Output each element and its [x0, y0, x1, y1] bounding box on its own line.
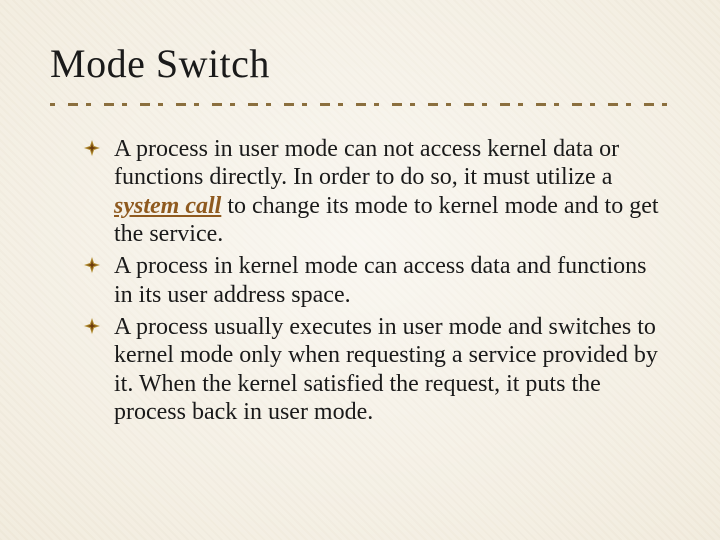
bullet-icon — [84, 140, 100, 156]
bullet-text-pre: A process usually executes in user mode … — [114, 314, 658, 425]
bullet-text-pre: A process in user mode can not access ke… — [114, 136, 619, 190]
bullet-icon — [84, 257, 100, 273]
slide-title: Mode Switch — [50, 40, 670, 87]
list-item: A process in kernel mode can access data… — [114, 252, 660, 309]
bullet-icon — [84, 318, 100, 334]
list-item: A process usually executes in user mode … — [114, 313, 660, 426]
bullet-text-emphasis: system call — [114, 193, 221, 219]
list-item: A process in user mode can not access ke… — [114, 135, 660, 248]
bullet-text-pre: A process in kernel mode can access data… — [114, 253, 646, 307]
title-divider — [50, 99, 670, 109]
bullet-list: A process in user mode can not access ke… — [50, 135, 670, 426]
